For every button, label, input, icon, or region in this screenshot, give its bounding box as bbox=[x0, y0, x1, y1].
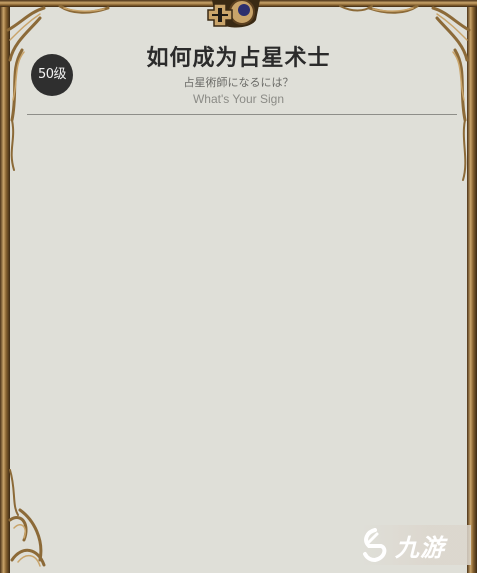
quest-card: 50级 如何成为占星术士 占星術師になるには？ What's Your Sign… bbox=[0, 0, 477, 573]
subtitle-english: What's Your Sign bbox=[192, 92, 284, 106]
page-title: 如何成为占星术士 bbox=[146, 46, 331, 71]
nine-game-logo-icon bbox=[363, 528, 387, 562]
header-divider bbox=[27, 114, 457, 115]
subtitle-japanese: 占星術師になるには？ bbox=[183, 76, 294, 89]
watermark: 九游 bbox=[361, 525, 471, 565]
crest-emblem bbox=[207, 0, 260, 28]
watermark-text: 九游 bbox=[395, 533, 445, 562]
